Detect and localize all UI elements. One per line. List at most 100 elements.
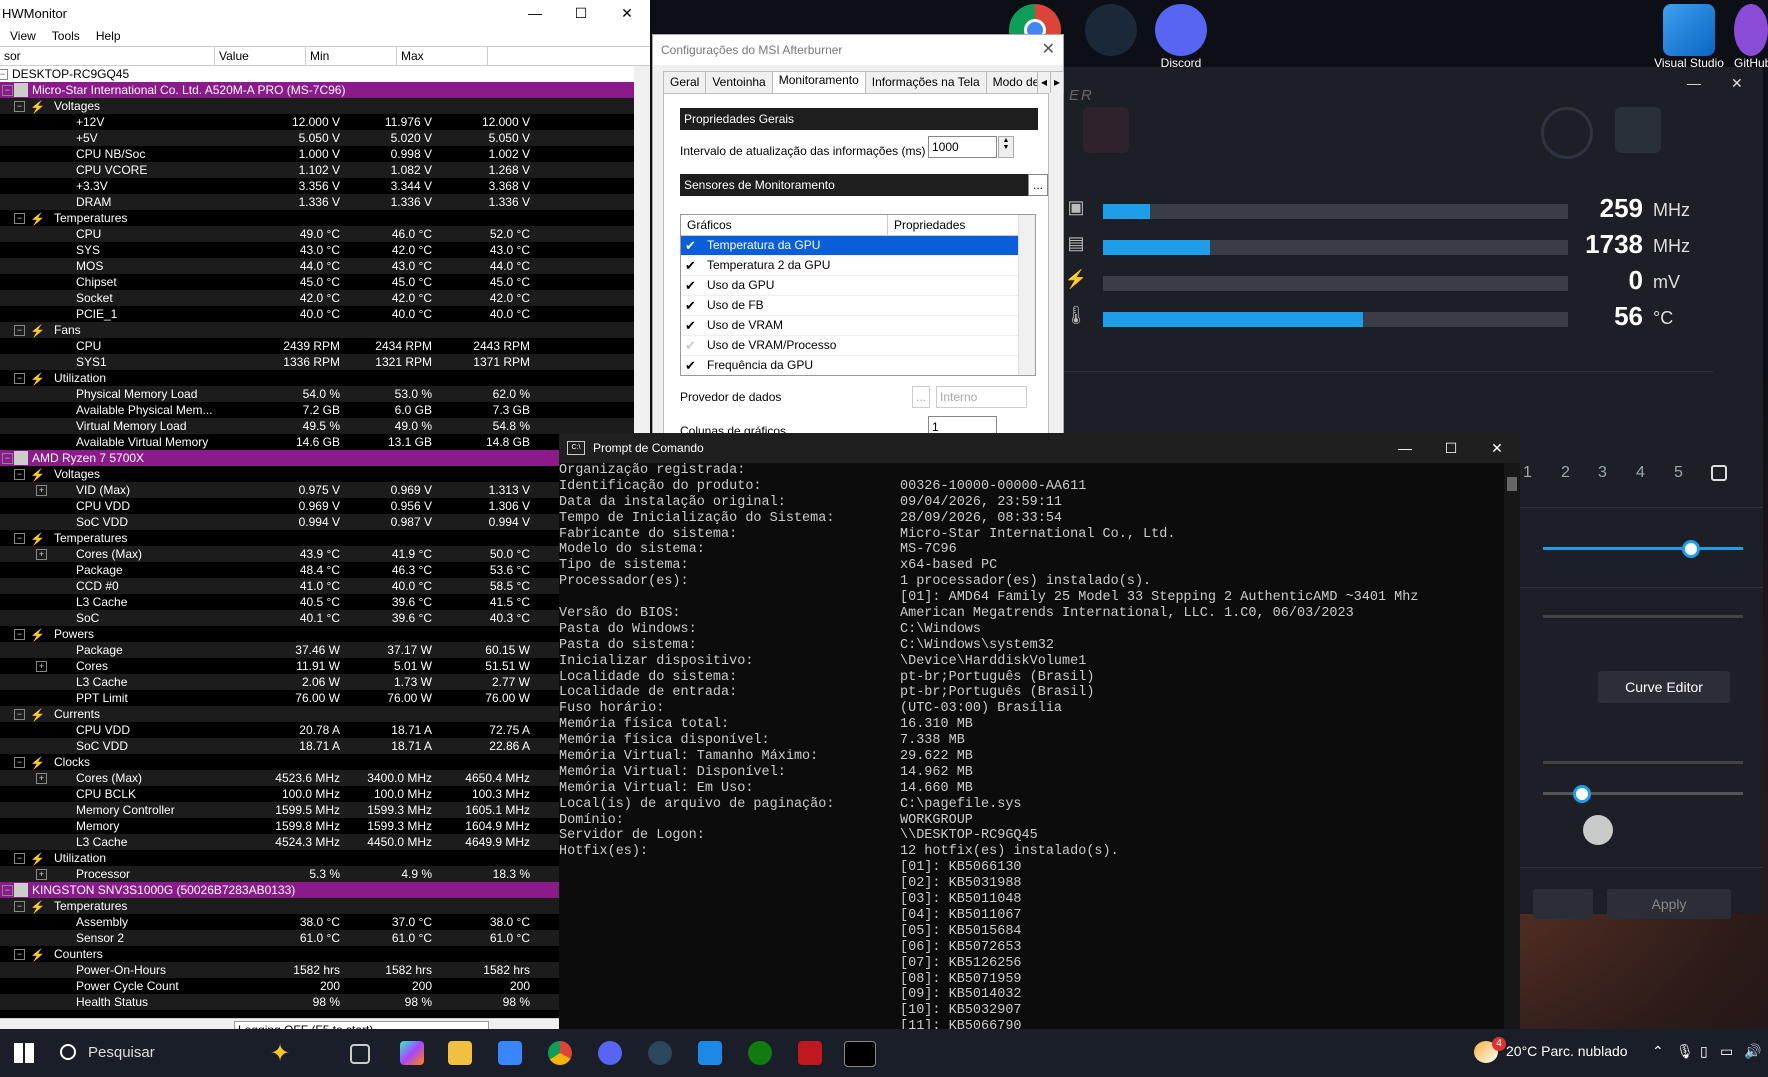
checkmark-icon[interactable]: ✔ <box>685 256 699 275</box>
sensor-row[interactable]: SoC VDD 0.994 V 0.987 V 0.994 V <box>0 514 634 530</box>
core-clock-slider[interactable] <box>1543 547 1743 550</box>
sensors-more-button[interactable]: ... <box>1028 174 1048 196</box>
tab-ventoinha[interactable]: Ventoinha <box>705 71 773 93</box>
collapse-icon[interactable]: − <box>14 629 25 640</box>
group-row[interactable]: − ⚡ Counters <box>0 946 634 962</box>
steam-desktop-icon[interactable] <box>1076 4 1146 56</box>
collapse-icon[interactable]: − <box>14 949 25 960</box>
curve-editor-button[interactable]: Curve Editor <box>1598 671 1730 703</box>
interval-spinner[interactable]: ▲ ▼ <box>998 136 1014 158</box>
sensor-row[interactable]: Package 37.46 W 37.17 W 60.15 W <box>0 642 634 658</box>
group-row[interactable]: − ⚡ Currents <box>0 706 634 722</box>
phone-icon[interactable]: ▯ <box>1700 1043 1708 1060</box>
sensor-row[interactable]: SYS1 1336 RPM 1321 RPM 1371 RPM <box>0 354 634 370</box>
collapse-icon[interactable]: − <box>14 853 25 864</box>
collapse-icon[interactable]: − <box>14 469 25 480</box>
checkmark-icon[interactable]: ✔ <box>685 276 699 295</box>
sensor-row[interactable]: +5V 5.050 V 5.020 V 5.050 V <box>0 130 634 146</box>
maximize-button[interactable]: ☐ <box>558 5 604 22</box>
settings-close-button[interactable]: ✕ <box>1042 35 1055 65</box>
sensor-row[interactable]: L3 Cache 40.5 °C 39.6 °C 41.5 °C <box>0 594 634 610</box>
tab-modo-de-benchmark[interactable]: Modo de Benc <box>985 71 1038 93</box>
sensor-col-graphs[interactable]: Gráficos <box>681 215 888 235</box>
sensor-row[interactable]: Available Physical Mem... 7.2 GB 6.0 GB 7.3… <box>0 402 634 418</box>
collapse-icon[interactable]: − <box>14 901 25 912</box>
discord-desktop-icon[interactable]: Discord <box>1146 4 1216 70</box>
checkmark-icon[interactable]: ✔ <box>685 336 699 355</box>
sensor-row[interactable]: + Cores (Max) 43.9 °C 41.9 °C 50.0 °C <box>0 546 634 562</box>
sensor-row[interactable]: Power-On-Hours 1582 hrs 1582 hrs 1582 hrs <box>0 962 634 978</box>
copilot-icon[interactable] <box>400 1041 424 1065</box>
checkmark-icon[interactable]: ✔ <box>685 236 699 255</box>
sensor-row[interactable]: Assembly 38.0 °C 37.0 °C 38.0 °C <box>0 914 634 930</box>
memory-clock-slider[interactable] <box>1543 615 1743 618</box>
collapse-icon[interactable]: − <box>14 709 25 720</box>
menu-tools[interactable]: Tools <box>52 29 80 43</box>
sensor-row[interactable]: CPU VCORE 1.102 V 1.082 V 1.268 V <box>0 162 634 178</box>
microphone-icon[interactable]: 🎙 <box>1676 1043 1694 1060</box>
col-max[interactable]: Max <box>397 47 488 65</box>
device-row[interactable]: − KINGSTON SNV3S1000G (50026B7283AB0133) <box>0 882 634 898</box>
sensor-row[interactable]: CPU NB/Soc 1.000 V 0.998 V 1.002 V <box>0 146 634 162</box>
expand-icon[interactable]: + <box>36 485 47 496</box>
tab-informacoes-na-tela[interactable]: Informações na Tela <box>864 71 987 93</box>
sensor-row[interactable]: Package 48.4 °C 46.3 °C 53.6 °C <box>0 562 634 578</box>
sensor-row[interactable]: Memory 1599.8 MHz 1599.3 MHz 1604.9 MHz <box>0 818 634 834</box>
file-explorer-icon[interactable] <box>448 1041 472 1065</box>
cmd-scrollbar[interactable] <box>1504 463 1520 1077</box>
fan-speed-slider-knob[interactable] <box>1573 785 1591 803</box>
collapse-icon[interactable]: − <box>14 325 25 336</box>
sensor-row[interactable]: Chipset 45.0 °C 45.0 °C 45.0 °C <box>0 274 634 290</box>
col-value[interactable]: Value <box>215 47 306 65</box>
sensor-list[interactable]: Gráficos Propriedades ✔ Temperatura da GP… <box>680 214 1036 376</box>
afterburner-taskbar-icon[interactable] <box>798 1041 822 1065</box>
sensor-row[interactable]: CPU VDD 0.969 V 0.956 V 1.306 V <box>0 498 634 514</box>
store-icon[interactable] <box>498 1041 522 1065</box>
sensor-row[interactable]: L3 Cache 4524.3 MHz 4450.0 MHz 4649.9 MHz <box>0 834 634 850</box>
cmd-maximize-button[interactable]: ☐ <box>1428 433 1474 463</box>
tab-scroll-left-button[interactable]: ◂ <box>1036 71 1051 93</box>
tab-geral[interactable]: Geral <box>663 71 707 93</box>
cmd-taskbar-icon[interactable] <box>844 1041 876 1067</box>
sensor-row[interactable]: Available Virtual Memory 14.6 GB 13.1 GB 14… <box>0 434 634 450</box>
profile-2-button[interactable]: 2 <box>1561 464 1570 482</box>
collapse-icon[interactable]: − <box>14 757 25 768</box>
device-row[interactable]: − AMD Ryzen 7 5700X <box>0 450 634 466</box>
sensor-list-item[interactable]: ✔ Frequência da GPU <box>681 356 1035 375</box>
data-provider-more-button[interactable]: ... <box>912 386 930 408</box>
xbox-taskbar-icon[interactable] <box>748 1041 772 1065</box>
group-row[interactable]: − ⚡ Temperatures <box>0 898 634 914</box>
weather-text[interactable]: 20°C Parc. nublado <box>1506 1043 1628 1059</box>
cmd-output[interactable]: Organização registrada: Identificação do … <box>559 463 1499 1067</box>
reset-button[interactable] <box>1533 889 1593 919</box>
sensor-row[interactable]: +12V 12.000 V 11.976 V 12.000 V <box>0 114 634 130</box>
sensor-row[interactable]: Socket 42.0 °C 42.0 °C 42.0 °C <box>0 290 634 306</box>
group-row[interactable]: − ⚡ Fans <box>0 322 634 338</box>
menu-help[interactable]: Help <box>96 29 121 43</box>
group-row[interactable]: − ⚡ Utilization <box>0 370 634 386</box>
sensor-row[interactable]: CPU 49.0 °C 46.0 °C 52.0 °C <box>0 226 634 242</box>
copilot-sparkle-icon[interactable]: ✦ <box>270 1039 290 1068</box>
expand-icon[interactable]: + <box>36 773 47 784</box>
sensor-row[interactable]: + VID (Max) 0.975 V 0.969 V 1.313 V <box>0 482 634 498</box>
sensor-row[interactable]: Power Cycle Count 200 200 200 <box>0 978 634 994</box>
core-clock-slider-knob[interactable] <box>1682 540 1700 558</box>
profile-3-button[interactable]: 3 <box>1598 464 1607 482</box>
sensor-row[interactable]: SYS 43.0 °C 42.0 °C 43.0 °C <box>0 242 634 258</box>
power-limit-slider[interactable] <box>1543 761 1743 764</box>
sensor-row[interactable]: + Cores 11.91 W 5.01 W 51.51 W <box>0 658 634 674</box>
group-row[interactable]: − ⚡ Temperatures <box>0 530 634 546</box>
cmd-close-button[interactable]: ✕ <box>1474 433 1520 463</box>
profile-1-button[interactable]: 1 <box>1523 464 1532 482</box>
tab-scroll-right-button[interactable]: ▸ <box>1049 71 1064 93</box>
afterburner-minimize-button[interactable]: — <box>1687 75 1701 91</box>
collapse-icon[interactable]: − <box>14 373 25 384</box>
steam-taskbar-icon[interactable] <box>648 1041 672 1065</box>
group-row[interactable]: − ⚡ Powers <box>0 626 634 642</box>
sensor-row[interactable]: DRAM 1.336 V 1.336 V 1.336 V <box>0 194 634 210</box>
vscode-taskbar-icon[interactable] <box>698 1041 722 1065</box>
sensor-row[interactable]: Sensor 2 61.0 °C 61.0 °C 61.0 °C <box>0 930 634 946</box>
sensor-row[interactable]: CCD #0 41.0 °C 40.0 °C 58.5 °C <box>0 578 634 594</box>
apply-button[interactable]: Apply <box>1607 889 1731 919</box>
menu-view[interactable]: View <box>10 29 36 43</box>
